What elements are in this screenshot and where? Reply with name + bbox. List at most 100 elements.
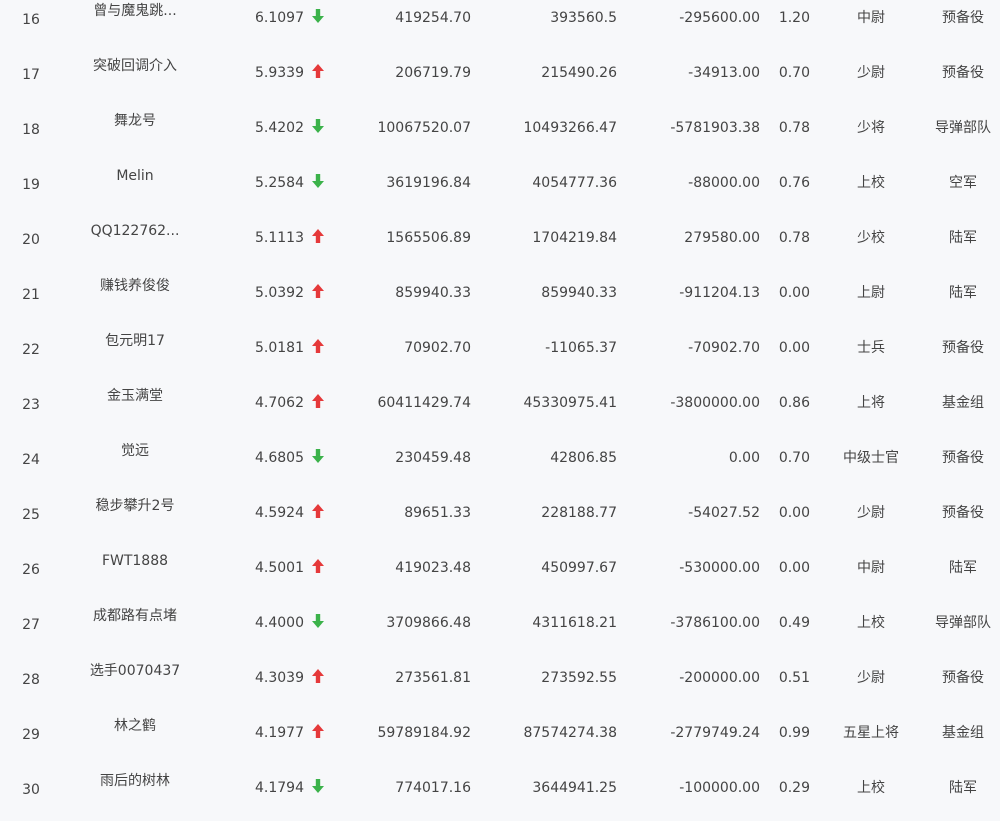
value-col-3: 0.00 <box>728 450 760 466</box>
arrow-up-icon <box>311 228 325 246</box>
value-col-3: -295600.00 <box>679 10 760 26</box>
score-value: 4.1794 <box>255 780 304 796</box>
rank-grade: 少校 <box>857 230 885 246</box>
value-col-3: -530000.00 <box>679 560 760 576</box>
rank-grade: 中尉 <box>857 560 885 576</box>
trader-name[interactable]: 稳步攀升2号 <box>80 497 190 515</box>
score-value: 4.7062 <box>255 395 304 411</box>
table-row[interactable]: 30 雨后的树林 4.1794 774017.16 3644941.25 -100000.… <box>0 766 1000 821</box>
table-row[interactable]: 26 FWT1888 4.5001 419023.48 450997.67 -530000… <box>0 546 1000 601</box>
trader-name[interactable]: 突破回调介入 <box>80 57 190 75</box>
table-row[interactable]: 22 包元明17 5.0181 70902.70 -11065.37 -70902.70 0… <box>0 326 1000 381</box>
value-col-3: 279580.00 <box>684 230 760 246</box>
rank-cell: 29 <box>22 727 40 743</box>
arrow-up-icon <box>311 668 325 686</box>
value-col-3: -200000.00 <box>679 670 760 686</box>
trader-name[interactable]: 金玉满堂 <box>80 387 190 405</box>
score-value: 4.6805 <box>255 450 304 466</box>
rank-cell: 28 <box>22 672 40 688</box>
value-col-3: -3800000.00 <box>670 395 760 411</box>
trader-name[interactable]: 选手0070437 <box>80 662 190 680</box>
rank-cell: 24 <box>22 452 40 468</box>
score-value: 6.1097 <box>255 10 304 26</box>
trader-name[interactable]: FWT1888 <box>80 552 190 570</box>
table-row[interactable]: 16 曾与魔鬼跳... 6.1097 419254.70 393560.5 -295600… <box>0 0 1000 51</box>
ratio-value: 0.00 <box>778 340 810 356</box>
value-col-2: 228188.77 <box>541 505 617 521</box>
arrow-up-icon <box>311 393 325 411</box>
arrow-down-icon <box>311 173 325 191</box>
table-row[interactable]: 27 成都路有点堵 4.4000 3709866.48 4311618.21 -37861… <box>0 601 1000 656</box>
ratio-value: 0.86 <box>778 395 810 411</box>
branch-label: 预备役 <box>942 65 984 81</box>
table-row[interactable]: 18 舞龙号 5.4202 10067520.07 10493266.47 -578190… <box>0 106 1000 161</box>
arrow-up-icon <box>311 283 325 301</box>
value-col-3: -54027.52 <box>688 505 760 521</box>
trader-name[interactable]: QQ122762... <box>80 222 190 240</box>
rank-grade: 上校 <box>857 175 885 191</box>
table-row[interactable]: 25 稳步攀升2号 4.5924 89651.33 228188.77 -54027.52… <box>0 491 1000 546</box>
trader-name[interactable]: Melin <box>80 167 190 185</box>
rank-cell: 20 <box>22 232 40 248</box>
score-value: 4.5924 <box>255 505 304 521</box>
branch-label: 空军 <box>949 175 977 191</box>
value-col-2: 10493266.47 <box>523 120 617 136</box>
value-col-1: 60411429.74 <box>377 395 471 411</box>
rank-grade: 少尉 <box>857 65 885 81</box>
value-col-2: 450997.67 <box>541 560 617 576</box>
trader-name[interactable]: 林之鹤 <box>80 717 190 735</box>
value-col-2: 1704219.84 <box>532 230 617 246</box>
table-row[interactable]: 28 选手0070437 4.3039 273561.81 273592.55 -2000… <box>0 656 1000 711</box>
trader-name[interactable]: 觉远 <box>80 442 190 460</box>
value-col-1: 1565506.89 <box>386 230 471 246</box>
score-value: 5.1113 <box>255 230 304 246</box>
ranking-table: 16 曾与魔鬼跳... 6.1097 419254.70 393560.5 -295600… <box>0 0 1000 816</box>
value-col-3: -5781903.38 <box>670 120 760 136</box>
value-col-2: -11065.37 <box>545 340 617 356</box>
value-col-1: 10067520.07 <box>377 120 471 136</box>
value-col-1: 89651.33 <box>404 505 471 521</box>
branch-label: 基金组 <box>942 725 984 741</box>
trader-name[interactable]: 成都路有点堵 <box>80 607 190 625</box>
table-row[interactable]: 23 金玉满堂 4.7062 60411429.74 45330975.41 -38000… <box>0 381 1000 436</box>
arrow-down-icon <box>311 118 325 136</box>
value-col-3: -3786100.00 <box>670 615 760 631</box>
value-col-3: -34913.00 <box>688 65 760 81</box>
table-row[interactable]: 20 QQ122762... 5.1113 1565506.89 1704219.84 2… <box>0 216 1000 271</box>
trader-name[interactable]: 赚钱养俊俊 <box>80 277 190 295</box>
rank-cell: 27 <box>22 617 40 633</box>
rank-grade: 中级士官 <box>843 450 899 466</box>
arrow-down-icon <box>311 613 325 631</box>
arrow-up-icon <box>311 63 325 81</box>
table-row[interactable]: 29 林之鹤 4.1977 59789184.92 87574274.38 -277974… <box>0 711 1000 766</box>
trader-name[interactable]: 舞龙号 <box>80 112 190 130</box>
rank-cell: 23 <box>22 397 40 413</box>
value-col-1: 273561.81 <box>395 670 471 686</box>
trader-name[interactable]: 雨后的树林 <box>80 772 190 790</box>
trader-name[interactable]: 曾与魔鬼跳... <box>80 2 190 20</box>
rank-cell: 19 <box>22 177 40 193</box>
score-value: 5.2584 <box>255 175 304 191</box>
ratio-value: 0.99 <box>778 725 810 741</box>
rank-cell: 18 <box>22 122 40 138</box>
arrow-up-icon <box>311 338 325 356</box>
ratio-value: 0.00 <box>778 560 810 576</box>
ratio-value: 0.49 <box>778 615 810 631</box>
rank-cell: 21 <box>22 287 40 303</box>
value-col-1: 206719.79 <box>395 65 471 81</box>
arrow-up-icon <box>311 723 325 741</box>
rank-grade: 少将 <box>857 120 885 136</box>
value-col-3: -911204.13 <box>679 285 760 301</box>
table-row[interactable]: 21 赚钱养俊俊 5.0392 859940.33 859940.33 -911204.1… <box>0 271 1000 326</box>
rank-cell: 16 <box>22 12 40 28</box>
value-col-2: 4054777.36 <box>532 175 617 191</box>
rank-cell: 17 <box>22 67 40 83</box>
ratio-value: 0.29 <box>778 780 810 796</box>
branch-label: 陆军 <box>949 230 977 246</box>
table-row[interactable]: 17 突破回调介入 5.9339 206719.79 215490.26 -34913.0… <box>0 51 1000 106</box>
table-row[interactable]: 19 Melin 5.2584 3619196.84 4054777.36 -88000.… <box>0 161 1000 216</box>
table-row[interactable]: 24 觉远 4.6805 230459.48 42806.85 0.00 0.70 中级士官 预… <box>0 436 1000 491</box>
trader-name[interactable]: 包元明17 <box>80 332 190 350</box>
ratio-value: 0.78 <box>778 120 810 136</box>
score-value: 4.1977 <box>255 725 304 741</box>
